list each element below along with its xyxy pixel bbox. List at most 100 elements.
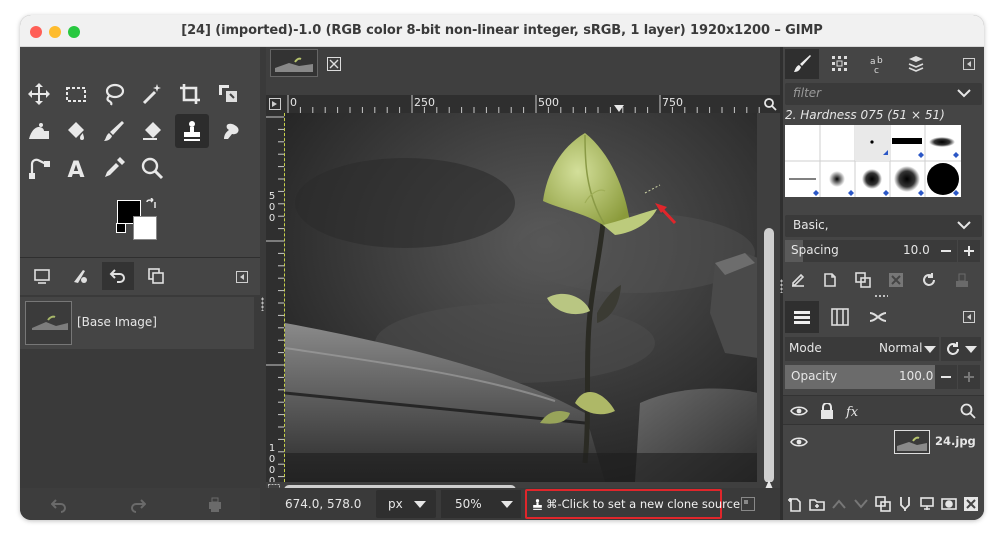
text-tool-icon[interactable]: A (61, 153, 91, 183)
spacing-increase-button[interactable] (958, 240, 980, 262)
layer-visibility-eye-icon[interactable] (787, 431, 811, 453)
image-tab-thumbnail[interactable] (270, 49, 318, 77)
move-tool-icon[interactable] (24, 79, 54, 109)
dock-separator-grip[interactable] (874, 294, 888, 298)
transform-tool-icon[interactable] (213, 79, 243, 109)
paths-tab-icon[interactable] (861, 301, 895, 333)
duplicate-layer-icon[interactable] (873, 493, 893, 515)
quick-mask-toggle-icon[interactable] (268, 97, 282, 111)
eraser-tool-icon[interactable] (137, 116, 167, 146)
panel-menu-icon[interactable] (961, 309, 977, 325)
panel-menu-icon[interactable] (234, 269, 250, 285)
sash-grip (261, 297, 264, 311)
zoom-select[interactable]: 50% (441, 490, 521, 518)
ruler-ticks (266, 116, 284, 478)
spacing-decrease-button[interactable] (935, 240, 957, 262)
brush-tag-select[interactable]: Basic, (785, 215, 982, 237)
tool-options-tab-icon[interactable] (64, 262, 96, 290)
unit-select[interactable]: px (376, 490, 436, 518)
color-picker-tool-icon[interactable] (99, 153, 129, 183)
image-thumbnail (25, 301, 72, 345)
layer-row[interactable]: 24.jpg (783, 427, 984, 457)
path-tool-icon[interactable] (24, 153, 54, 183)
svg-text:c: c (874, 66, 879, 74)
zoom-tool-icon[interactable] (137, 153, 167, 183)
brush-filter-input[interactable]: filter (785, 83, 982, 105)
smudge-tool-icon[interactable] (215, 116, 245, 146)
spacing-slider[interactable]: Spacing 10.0 (785, 240, 935, 262)
edit-brush-icon[interactable] (787, 269, 809, 291)
opacity-slider[interactable]: Opacity 100.0 (785, 365, 935, 389)
layer-mask-icon[interactable] (939, 493, 959, 515)
warp-tool-icon[interactable] (24, 116, 54, 146)
vertical-scrollbar-thumb[interactable] (764, 228, 774, 483)
delete-brush-icon[interactable] (885, 269, 907, 291)
brushes-tab-icon[interactable] (785, 49, 819, 79)
horizontal-ruler: 0 250 500 750 (266, 95, 780, 113)
title-bar: [24] (imported)-1.0 (RGB color 8-bit non… (20, 15, 984, 47)
close-image-tab-icon[interactable] (324, 55, 344, 73)
image-canvas[interactable] (284, 113, 757, 482)
merge-layer-icon[interactable] (895, 493, 915, 515)
spacing-value: 10.0 (903, 243, 930, 257)
ruler-label: 1 (268, 443, 276, 454)
images-tab-icon[interactable] (140, 262, 172, 290)
layers-tab-icon[interactable] (785, 301, 819, 333)
ruler-label: 250 (414, 96, 435, 109)
mode-label: Mode (789, 341, 822, 355)
channels-tab-icon[interactable] (823, 301, 857, 333)
device-status-tab-icon[interactable] (26, 262, 58, 290)
fuzzy-select-tool-icon[interactable] (137, 79, 167, 109)
anchor-layer-icon[interactable] (917, 493, 937, 515)
duplicate-brush-icon[interactable] (852, 269, 874, 291)
canvas-corner-icon[interactable] (740, 496, 756, 512)
rect-select-tool-icon[interactable] (61, 79, 91, 109)
ruler-vlabel-group-1: 5 0 0 (267, 191, 277, 224)
list-item[interactable]: [Base Image] (20, 297, 254, 349)
ruler-label: 0 (268, 213, 276, 224)
effects-column-fx-icon[interactable]: fx (843, 400, 867, 422)
lower-layer-icon[interactable] (851, 493, 871, 515)
delete-layer-icon[interactable] (961, 493, 981, 515)
patterns-tab-icon[interactable] (823, 49, 857, 79)
clear-history-icon[interactable] (204, 494, 226, 516)
lock-column-icon[interactable] (815, 400, 839, 422)
fonts-tab-icon[interactable]: abc (861, 49, 895, 79)
photo-leaf-sprout (285, 113, 757, 482)
search-layers-icon[interactable] (957, 400, 979, 422)
swap-colors-icon[interactable] (145, 198, 157, 210)
paintbrush-tool-icon[interactable] (99, 116, 129, 146)
filter-placeholder: filter (793, 86, 822, 100)
open-brush-as-image-icon[interactable] (951, 269, 973, 291)
default-colors-icon[interactable] (116, 223, 126, 233)
visibility-column-eye-icon[interactable] (787, 400, 811, 422)
new-layer-group-icon[interactable] (807, 493, 827, 515)
ruler-label: 500 (538, 96, 559, 109)
ruler-label: 0 (268, 465, 276, 476)
background-color-swatch[interactable] (133, 216, 157, 240)
layer-mode-select[interactable]: Mode Normal (785, 337, 939, 361)
selected-brush-name: 2. Hardness 075 (51 × 51) (785, 108, 945, 122)
crop-tool-icon[interactable] (175, 79, 205, 109)
svg-text:fx: fx (845, 405, 859, 419)
brush-grid[interactable] (785, 125, 961, 197)
redo-icon[interactable] (127, 494, 149, 516)
refresh-brushes-icon[interactable] (918, 269, 940, 291)
opacity-increase-button[interactable] (958, 365, 980, 389)
panel-menu-icon[interactable] (961, 56, 977, 72)
new-brush-icon[interactable] (819, 269, 841, 291)
document-history-tab-icon[interactable] (899, 49, 933, 79)
lasso-tool-icon[interactable] (99, 79, 129, 109)
vertical-scrollbar[interactable] (760, 113, 780, 483)
undo-icon[interactable] (48, 494, 70, 516)
zoom-to-fit-icon[interactable] (762, 96, 778, 112)
opacity-decrease-button[interactable] (935, 365, 957, 389)
undo-history-tab-icon[interactable] (102, 262, 134, 290)
clone-tool-icon[interactable] (175, 114, 209, 148)
new-layer-icon[interactable] (785, 493, 805, 515)
raise-layer-icon[interactable] (829, 493, 849, 515)
pointer-marker-icon (614, 105, 624, 112)
reset-mode-icon (947, 342, 959, 355)
bucket-fill-tool-icon[interactable] (61, 116, 91, 146)
composite-mode-select[interactable] (941, 337, 981, 361)
